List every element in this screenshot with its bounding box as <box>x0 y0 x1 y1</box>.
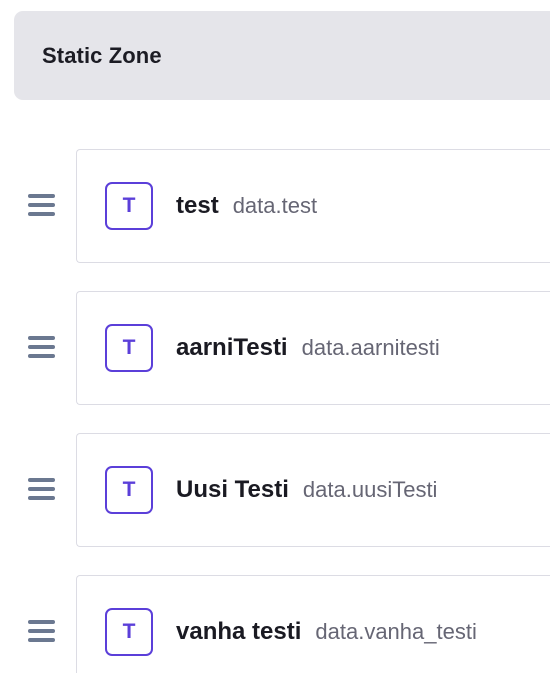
field-name: vanha testi <box>176 618 302 645</box>
static-zone-title: Static Zone <box>42 42 162 68</box>
field-label: Uusi Testi data.uusiTesti <box>176 434 437 546</box>
field-label: test data.test <box>176 150 317 262</box>
field-row: T aarniTesti data.aarnitesti <box>0 291 550 405</box>
field-card-aarnitesti[interactable]: T aarniTesti data.aarnitesti <box>76 291 550 405</box>
text-type-icon: T <box>105 608 153 656</box>
field-label: aarniTesti data.aarnitesti <box>176 292 440 404</box>
field-row: T Uusi Testi data.uusiTesti <box>0 433 550 547</box>
static-zone-header: Static Zone <box>14 11 550 100</box>
drag-handle-icon[interactable] <box>28 194 55 216</box>
field-path: data.uusiTesti <box>302 477 438 502</box>
static-zone-editor: Static Zone T test data.test T aarniTest… <box>0 0 550 673</box>
field-row: T test data.test <box>0 149 550 263</box>
field-path: data.aarnitesti <box>301 335 440 360</box>
drag-handle-icon[interactable] <box>28 478 55 500</box>
field-card-vanha-testi[interactable]: T vanha testi data.vanha_testi <box>76 575 550 673</box>
drag-handle-icon[interactable] <box>28 620 55 642</box>
field-path: data.test <box>232 193 318 218</box>
field-name: Uusi Testi <box>176 476 289 503</box>
field-name: aarniTesti <box>176 334 288 361</box>
text-type-icon: T <box>105 324 153 372</box>
drag-handle-icon[interactable] <box>28 336 55 358</box>
field-card-test[interactable]: T test data.test <box>76 149 550 263</box>
field-label: vanha testi data.vanha_testi <box>176 576 477 673</box>
field-path: data.vanha_testi <box>315 619 477 644</box>
text-type-icon: T <box>105 466 153 514</box>
field-row: T vanha testi data.vanha_testi <box>0 575 550 673</box>
field-name: test <box>176 192 219 219</box>
text-type-icon: T <box>105 182 153 230</box>
field-card-uusi-testi[interactable]: T Uusi Testi data.uusiTesti <box>76 433 550 547</box>
